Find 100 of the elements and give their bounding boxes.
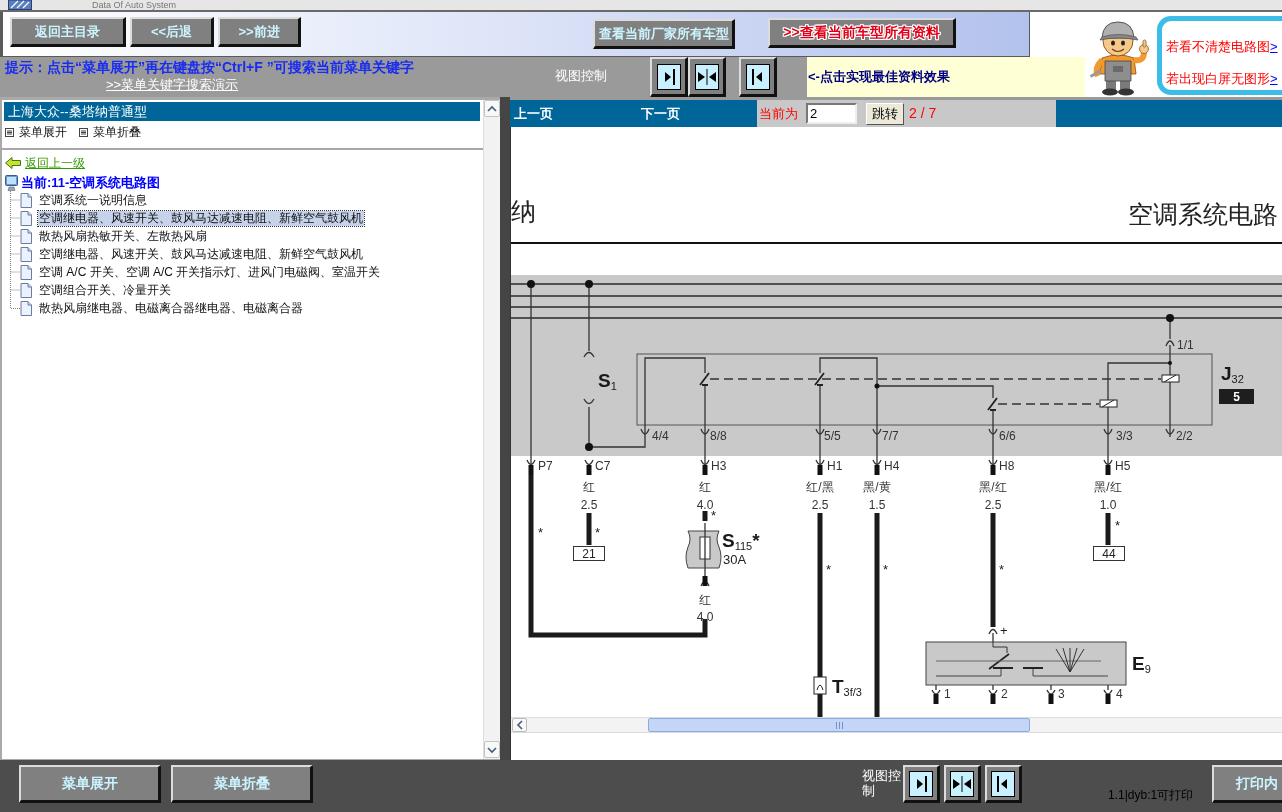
component-label: T$_{3f/3}$ [832,677,862,696]
relay-coil-symbol [1161,374,1180,383]
wire-spec-label: 黑/红 [1094,481,1122,493]
menu-item[interactable]: 空调系统一说明信息 [38,192,148,208]
diagram-note: 30A [723,553,747,566]
fuse-symbol [685,522,722,577]
menu-item[interactable]: 空调继电器、风速开关、鼓风马达减速电阻、新鲜空气鼓风机 [38,246,364,262]
wire [992,632,994,643]
document-icon [20,282,32,298]
help-link[interactable]: > [1270,71,1278,87]
chevron-down-icon [487,745,497,754]
terminal-label: 4/4 [652,430,669,442]
back-arrow-icon [5,157,21,169]
relay-position-badge: 5 [1219,389,1254,404]
junction-dot [527,280,535,288]
next-page-link[interactable]: 下一页 [641,103,680,124]
menu-item[interactable]: 空调 A/C 开关、空调 A/C 开关指示灯、进风门电磁阀、室温开关 [38,264,382,280]
switch-contact-symbol [583,351,595,405]
document-icon [20,264,32,280]
component-label: J$_{32}$ [1221,364,1244,383]
scrollbar-thumb[interactable] [648,718,1030,732]
connector-pin-symbol [815,459,825,475]
connector-pin-symbol [526,459,536,475]
relay-coil-symbol [1099,399,1118,408]
arrows-inward-icon [950,770,974,797]
scroll-up-button[interactable] [484,100,500,117]
connector-pin-symbol [988,459,998,475]
wire [1107,406,1109,465]
document-icon [20,228,32,244]
terminal-label: 2/2 [1176,430,1193,442]
connector-pin-symbol [988,684,998,704]
terminal-label: C7 [595,460,611,472]
connector-pin-symbol [700,459,710,475]
connector-symbol [872,428,882,435]
arrow-to-right-bar-icon [656,63,681,90]
back-link[interactable]: 返回上一级 [25,154,85,172]
wire-spec-label: 2.5 [580,499,598,511]
diagram-note: * [826,563,832,576]
diagram-note: * [999,563,1005,576]
document-icon [20,210,32,226]
view-mode-button[interactable] [985,765,1022,803]
tip-text: <-点击实现最佳资料效果 [808,68,950,87]
connector-pin-symbol [931,684,941,704]
junction-dot [1168,361,1172,365]
chevron-up-icon [487,104,497,113]
view-mode-button[interactable] [739,57,777,97]
expand-menu-link[interactable]: 菜单展开 [5,123,67,141]
diagram-note: * [883,563,889,576]
connector-symbol [1103,428,1113,435]
terminal-label: 4 [1116,688,1123,700]
terminal-box: 44 [1093,546,1125,561]
scroll-left-button[interactable] [512,718,527,732]
document-icon [20,300,32,316]
document-icon [20,192,32,208]
page-number-input[interactable]: 2 [806,103,857,124]
view-mode-button[interactable] [650,57,688,97]
terminal-label: 3/3 [1116,430,1133,442]
view-mode-button[interactable] [903,765,940,803]
connector-symbol [813,676,827,695]
diagram-note: * [595,526,601,539]
view-control-label: 视图控制 [862,768,902,798]
terminal-label: H1 [827,460,843,472]
help-link[interactable]: > [1270,39,1278,55]
wire-spec-label: 红/黑 [806,481,834,493]
current-section-title: 当前:11-空调系统电路图 [21,173,161,192]
connector-pin-symbol [1103,684,1113,704]
diagram-note: * [711,509,717,522]
wire-spec-label: 1.0 [1099,499,1117,511]
menu-item[interactable]: 散热风扇继电器、电磁离合器继电器、电磁离合器 [38,300,304,316]
terminal-label: H3 [711,460,727,472]
previous-page-link[interactable]: 上一页 [514,103,553,124]
component-label: E$_{9}$ [1132,654,1151,673]
diagram-note: + [1000,624,1008,637]
menu-item[interactable]: 散热风扇热敏开关、左散热风扇 [38,228,208,244]
connector-symbol [1165,428,1175,435]
hint-text: 提示：点击“菜单展开”再在键盘按“Ctrl+F ”可搜索当前菜单关键字 [5,59,414,76]
wire-spec-label: 黑/红 [979,481,1007,493]
scroll-down-button[interactable] [484,741,500,758]
connector-symbol [700,428,710,435]
wire-spec-label: 红 [583,481,595,493]
component-label: S$_{115}$* [722,531,760,550]
menu-item[interactable]: 空调继电器、风速开关、鼓风马达减速电阻、新鲜空气鼓风机 [38,210,364,226]
terminal-label: 2 [1001,688,1008,700]
app-title: Data Of Auto System [92,0,177,10]
component-label: S$_{1}$ [598,371,617,390]
view-mode-button[interactable] [688,57,726,97]
collapse-menu-link[interactable]: 菜单折叠 [79,123,141,141]
terminal-label: H4 [884,460,900,472]
list-box-icon [79,127,88,137]
menu-item[interactable]: 空调组合开关、冷量开关 [38,282,172,298]
connector-symbol [988,628,998,635]
connector-pin-symbol [700,576,710,587]
tree-connector-icon [10,191,20,209]
jump-button[interactable]: 跳转 [866,102,904,125]
switch-symbol [699,372,710,386]
view-mode-button[interactable] [944,765,981,803]
terminal-label: 3 [1058,688,1065,700]
model-title-bar: 上海大众--桑塔纳普通型 [4,102,480,121]
help-text: 若出现白屏无图形 [1166,71,1270,87]
page-label: 当前为 [759,104,798,123]
